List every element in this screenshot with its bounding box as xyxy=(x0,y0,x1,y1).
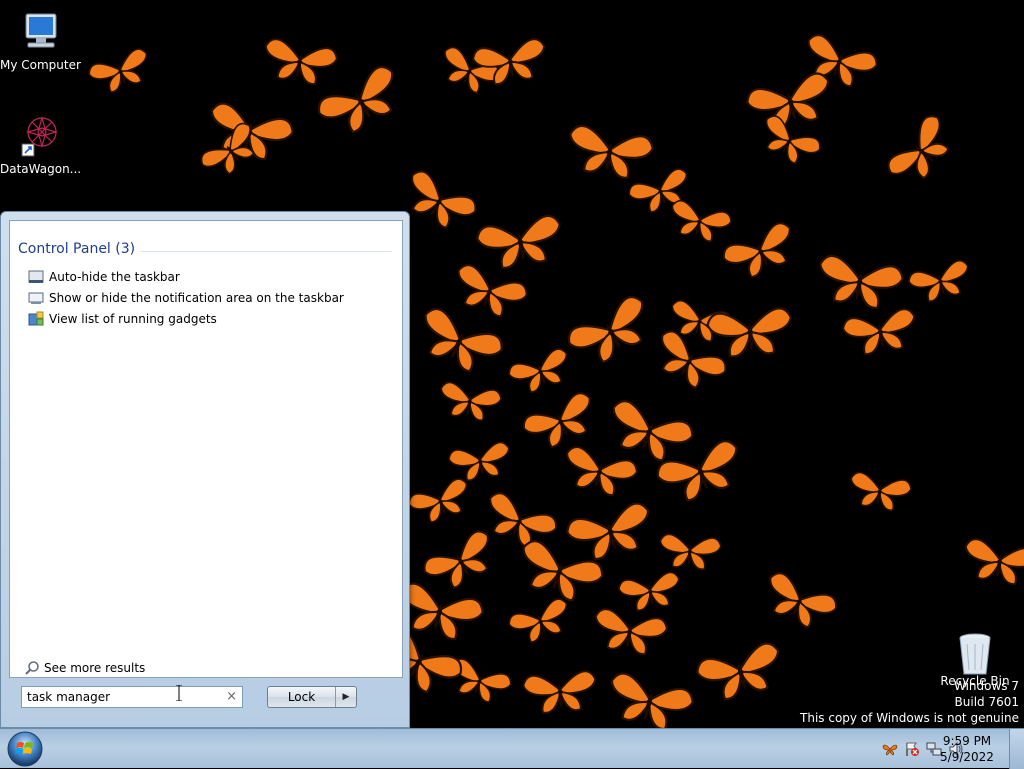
butterfly xyxy=(264,38,338,85)
results-group-header[interactable]: Control Panel (3) xyxy=(18,241,392,259)
watermark-line-2: Build 7601 xyxy=(954,695,1019,709)
start-orb-windows-icon[interactable] xyxy=(6,730,44,768)
butterfly xyxy=(659,533,722,571)
desktop-icon-my-computer[interactable]: My Computer xyxy=(0,8,81,72)
search-results-pane: Control Panel (3) Auto-hide the taskbar … xyxy=(9,220,403,678)
result-label: View list of running gadgets xyxy=(49,312,217,326)
power-options-arrow-icon[interactable]: ▶ xyxy=(336,687,356,707)
taskbar: 9:59 PM 5/9/2022 xyxy=(0,728,1024,769)
butterfly xyxy=(508,598,568,643)
computer-icon xyxy=(25,13,57,48)
desktop-icon-datawagon[interactable]: DataWagon... xyxy=(0,112,82,176)
clock-date: 5/9/2022 xyxy=(940,750,994,764)
result-auto-hide-taskbar[interactable]: Auto-hide the taskbar xyxy=(28,267,180,287)
result-label: Show or hide the notification area on th… xyxy=(49,291,344,305)
butterfly xyxy=(765,115,821,165)
butterfly xyxy=(842,308,916,355)
see-more-results[interactable]: See more results xyxy=(24,660,145,676)
text-cursor-icon xyxy=(176,685,182,701)
butterfly xyxy=(317,65,394,134)
butterfly xyxy=(408,478,468,523)
taskbar-clock[interactable]: 9:59 PM 5/9/2022 xyxy=(932,733,1002,765)
butterfly xyxy=(567,295,644,364)
butterfly xyxy=(850,471,912,511)
clear-search-icon[interactable]: × xyxy=(226,689,237,704)
butterfly xyxy=(706,307,793,358)
butterfly xyxy=(908,259,969,302)
butterfly xyxy=(594,608,668,655)
butterfly xyxy=(440,381,502,421)
start-search-box[interactable]: × xyxy=(21,686,243,708)
butterfly xyxy=(423,530,489,589)
butterfly xyxy=(523,392,591,448)
result-label: Auto-hide the taskbar xyxy=(49,270,180,284)
butterfly xyxy=(656,440,738,502)
taskbar-icon xyxy=(28,270,44,283)
butterfly xyxy=(671,199,732,242)
watermark-line-1: Windows 7 xyxy=(953,679,1019,693)
butterfly xyxy=(424,308,503,373)
magnifier-icon xyxy=(25,661,39,675)
notification-area-icon xyxy=(28,292,44,304)
butterfly xyxy=(887,115,950,180)
see-more-label: See more results xyxy=(44,661,146,675)
lock-button-label[interactable]: Lock xyxy=(268,687,336,707)
result-running-gadgets[interactable]: View list of running gadgets xyxy=(28,309,217,329)
butterfly xyxy=(522,540,604,602)
butterfly xyxy=(610,672,694,728)
butterfly xyxy=(489,492,557,548)
butterfly xyxy=(508,348,568,393)
butterfly xyxy=(618,571,680,611)
butterfly xyxy=(964,538,1024,585)
desktop-icon-label: My Computer xyxy=(0,58,81,72)
butterfly xyxy=(411,170,477,229)
butterfly-icon[interactable] xyxy=(882,741,898,757)
butterfly xyxy=(769,572,837,628)
butterfly xyxy=(746,72,830,131)
butterfly xyxy=(661,330,727,389)
butterfly xyxy=(88,48,148,93)
butterfly xyxy=(696,642,780,701)
clock-time: 9:59 PM xyxy=(942,734,992,748)
group-header-label: Control Panel (3) xyxy=(18,241,142,257)
butterfly xyxy=(723,222,791,278)
butterfly xyxy=(457,264,528,318)
recycle-bin-icon xyxy=(959,633,991,675)
butterfly xyxy=(612,400,694,462)
windows-watermark: Windows 7 Build 7601 This copy of Window… xyxy=(800,678,1019,726)
gadgets-icon xyxy=(28,311,44,326)
butterfly xyxy=(566,446,638,497)
result-notification-area[interactable]: Show or hide the notification area on th… xyxy=(28,288,344,308)
butterfly xyxy=(569,124,654,179)
action-center-flag-icon[interactable] xyxy=(904,741,920,757)
lock-button[interactable]: Lock ▶ xyxy=(267,686,357,708)
butterfly xyxy=(819,254,904,309)
butterfly xyxy=(566,502,650,561)
butterfly xyxy=(522,670,597,714)
search-input[interactable] xyxy=(22,687,223,707)
start-menu: Control Panel (3) Auto-hide the taskbar … xyxy=(0,211,410,728)
butterfly xyxy=(476,214,561,269)
watermark-line-3: This copy of Windows is not genuine xyxy=(800,711,1019,725)
datawagon-shortcut-icon xyxy=(21,115,59,157)
show-desktop-button[interactable] xyxy=(1009,729,1024,769)
butterfly xyxy=(448,441,510,481)
desktop-icon-label: DataWagon... xyxy=(0,162,82,176)
